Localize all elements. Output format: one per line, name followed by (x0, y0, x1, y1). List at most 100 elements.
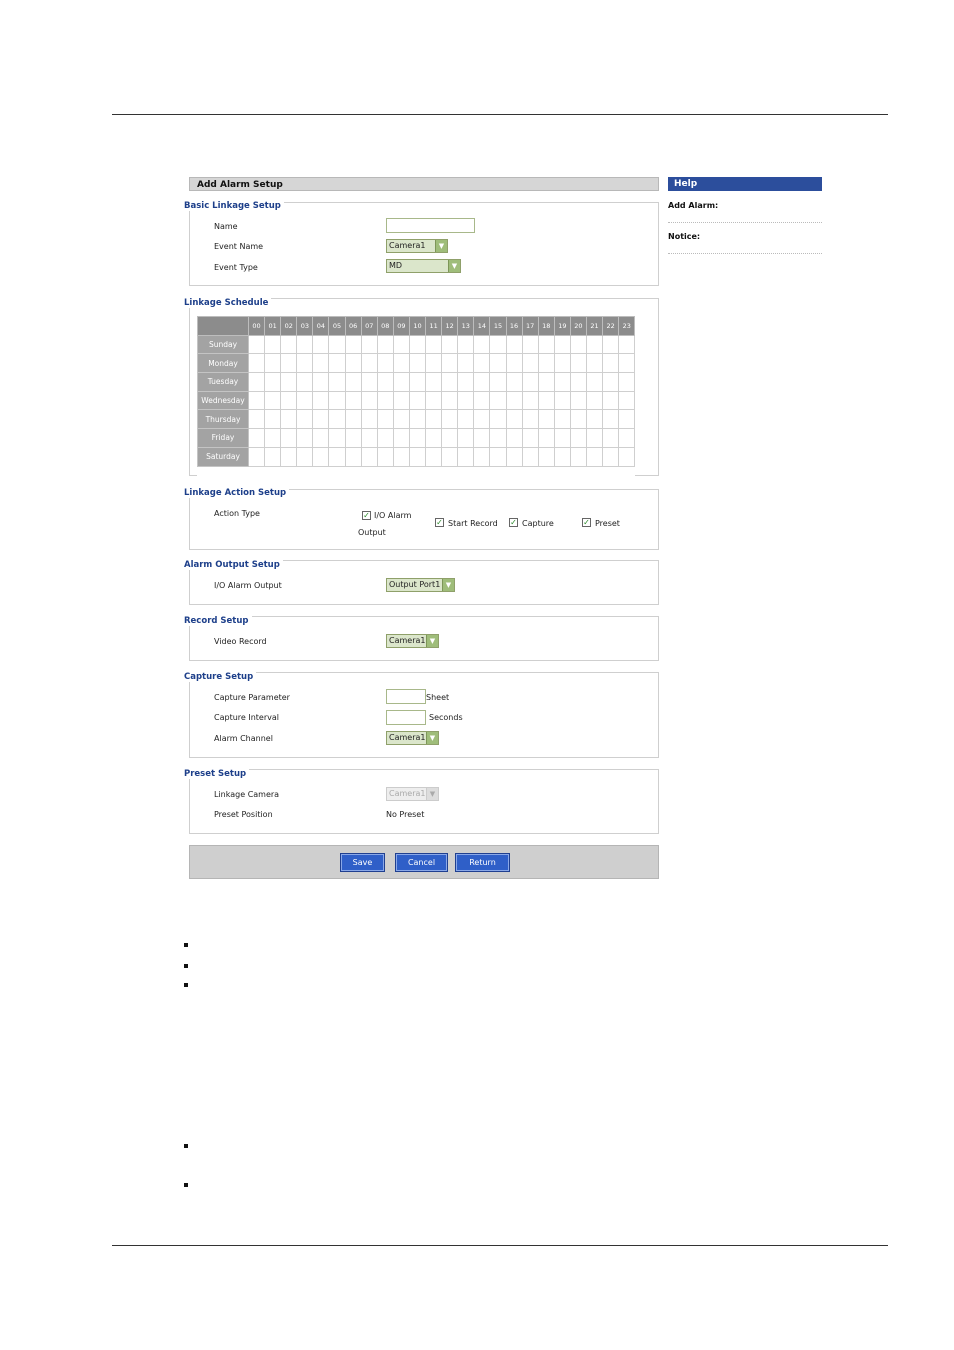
name-field[interactable] (386, 218, 475, 233)
schedule-cell[interactable] (505, 390, 523, 411)
schedule-cell[interactable] (457, 390, 475, 411)
schedule-cell[interactable] (425, 446, 443, 467)
schedule-cell[interactable] (312, 428, 330, 448)
io-alarm-checkbox[interactable]: ✓ (362, 511, 371, 520)
schedule-cell[interactable] (360, 409, 378, 430)
schedule-cell[interactable] (553, 446, 571, 467)
schedule-cell[interactable] (376, 428, 394, 448)
schedule-cell[interactable] (618, 334, 636, 355)
schedule-cell[interactable] (585, 334, 604, 355)
alarm-channel-select[interactable]: Camera1 ▼ (386, 731, 439, 745)
schedule-cell[interactable] (473, 372, 491, 392)
schedule-cell[interactable] (457, 446, 475, 467)
schedule-cell[interactable] (602, 409, 620, 430)
schedule-cell[interactable] (376, 353, 394, 374)
schedule-cell[interactable] (537, 428, 555, 448)
schedule-cell[interactable] (441, 428, 459, 448)
schedule-cell[interactable] (264, 353, 282, 374)
schedule-cell[interactable] (264, 372, 282, 392)
schedule-cell[interactable] (425, 428, 443, 448)
schedule-cell[interactable] (537, 390, 555, 411)
video-record-select[interactable]: Camera1 ▼ (386, 634, 439, 648)
schedule-cell[interactable] (602, 428, 620, 448)
schedule-cell[interactable] (328, 372, 346, 392)
schedule-cell[interactable] (296, 446, 314, 467)
schedule-cell[interactable] (296, 372, 314, 392)
schedule-cell[interactable] (569, 334, 587, 355)
schedule-cell[interactable] (425, 334, 443, 355)
schedule-cell[interactable] (521, 334, 539, 355)
schedule-cell[interactable] (247, 372, 266, 392)
start-record-checkbox[interactable]: ✓ (435, 518, 444, 527)
schedule-cell[interactable] (489, 409, 507, 430)
schedule-cell[interactable] (553, 334, 571, 355)
schedule-cell[interactable] (344, 372, 362, 392)
schedule-cell[interactable] (360, 390, 378, 411)
schedule-cell[interactable] (392, 446, 410, 467)
schedule-cell[interactable] (425, 390, 443, 411)
schedule-cell[interactable] (392, 353, 410, 374)
capture-parameter-field[interactable] (386, 689, 426, 704)
schedule-cell[interactable] (328, 446, 346, 467)
schedule-cell[interactable] (392, 409, 410, 430)
schedule-cell[interactable] (280, 428, 298, 448)
schedule-cell[interactable] (473, 409, 491, 430)
schedule-cell[interactable] (312, 446, 330, 467)
schedule-cell[interactable] (264, 428, 282, 448)
schedule-cell[interactable] (392, 428, 410, 448)
schedule-cell[interactable] (360, 353, 378, 374)
schedule-cell[interactable] (473, 390, 491, 411)
schedule-cell[interactable] (344, 409, 362, 430)
schedule-cell[interactable] (585, 446, 604, 467)
schedule-cell[interactable] (408, 390, 427, 411)
schedule-cell[interactable] (425, 353, 443, 374)
event-name-select[interactable]: Camera1 ▼ (386, 239, 448, 253)
schedule-cell[interactable] (328, 428, 346, 448)
schedule-cell[interactable] (489, 390, 507, 411)
schedule-cell[interactable] (344, 353, 362, 374)
schedule-cell[interactable] (505, 353, 523, 374)
schedule-cell[interactable] (296, 390, 314, 411)
return-button[interactable]: Return (455, 853, 510, 872)
schedule-cell[interactable] (425, 409, 443, 430)
schedule-cell[interactable] (457, 334, 475, 355)
schedule-cell[interactable] (505, 334, 523, 355)
schedule-cell[interactable] (489, 428, 507, 448)
capture-checkbox[interactable]: ✓ (509, 518, 518, 527)
schedule-cell[interactable] (553, 372, 571, 392)
schedule-cell[interactable] (618, 409, 636, 430)
schedule-cell[interactable] (521, 428, 539, 448)
schedule-cell[interactable] (553, 409, 571, 430)
schedule-cell[interactable] (441, 334, 459, 355)
schedule-cell[interactable] (280, 390, 298, 411)
schedule-cell[interactable] (505, 428, 523, 448)
schedule-cell[interactable] (441, 372, 459, 392)
schedule-cell[interactable] (296, 353, 314, 374)
schedule-cell[interactable] (408, 428, 427, 448)
schedule-cell[interactable] (505, 446, 523, 467)
schedule-cell[interactable] (473, 334, 491, 355)
schedule-cell[interactable] (344, 428, 362, 448)
schedule-cell[interactable] (618, 353, 636, 374)
schedule-cell[interactable] (618, 390, 636, 411)
schedule-cell[interactable] (585, 372, 604, 392)
schedule-cell[interactable] (441, 353, 459, 374)
schedule-cell[interactable] (457, 409, 475, 430)
schedule-cell[interactable] (264, 446, 282, 467)
schedule-cell[interactable] (521, 409, 539, 430)
io-alarm-output-select[interactable]: Output Port1 ▼ (386, 578, 455, 592)
schedule-cell[interactable] (569, 446, 587, 467)
schedule-cell[interactable] (264, 409, 282, 430)
schedule-cell[interactable] (392, 390, 410, 411)
schedule-cell[interactable] (408, 409, 427, 430)
schedule-cell[interactable] (585, 353, 604, 374)
schedule-cell[interactable] (521, 353, 539, 374)
schedule-cell[interactable] (360, 428, 378, 448)
schedule-cell[interactable] (247, 353, 266, 374)
schedule-cell[interactable] (280, 446, 298, 467)
schedule-cell[interactable] (602, 390, 620, 411)
schedule-cell[interactable] (505, 409, 523, 430)
schedule-cell[interactable] (280, 353, 298, 374)
schedule-cell[interactable] (457, 372, 475, 392)
schedule-cell[interactable] (264, 334, 282, 355)
